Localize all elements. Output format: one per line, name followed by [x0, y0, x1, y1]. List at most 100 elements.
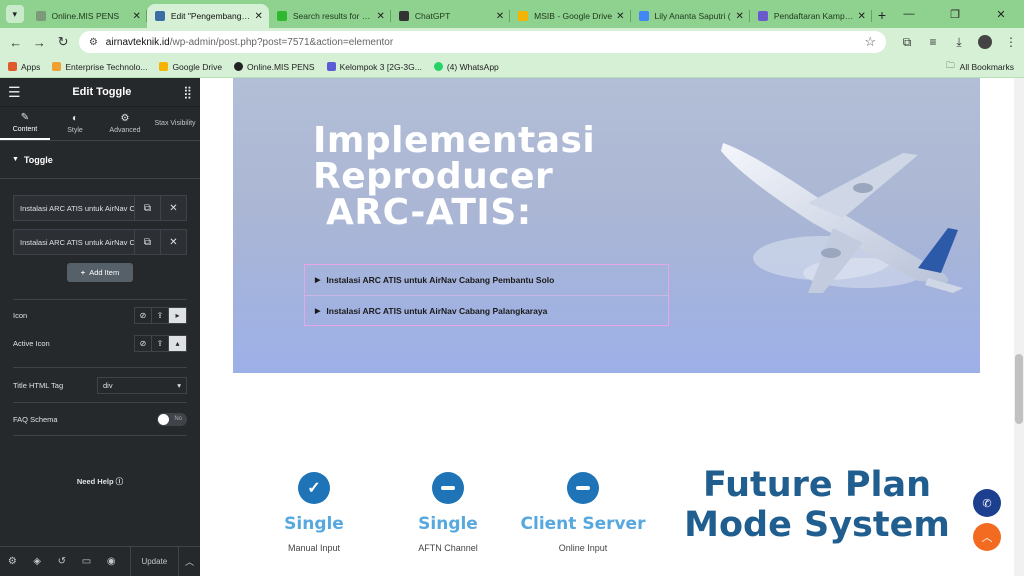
- hero-section[interactable]: Implementasi Reproducer ARC-ATIS: ▶ Inst…: [233, 78, 980, 373]
- close-icon[interactable]: ✕: [616, 11, 624, 22]
- caret-down-icon: ▼: [12, 156, 19, 163]
- tab-title: Search results for Pla: [292, 11, 373, 21]
- toggle-item[interactable]: ▶ Instalasi ARC ATIS untuk AirNav Cabang…: [305, 295, 668, 325]
- call-button[interactable]: ✆: [973, 489, 1001, 517]
- bookmark-favicon-icon: [326, 62, 336, 71]
- url-field[interactable]: ⚙ airnavteknik.id /wp-admin/post.php?pos…: [78, 31, 886, 53]
- toggle-item[interactable]: ▶ Instalasi ARC ATIS untuk AirNav Cabang…: [305, 265, 668, 295]
- toggle-title: Instalasi ARC ATIS untuk AirNav Cabang P…: [326, 275, 555, 285]
- browser-tab[interactable]: MSIB - Google Drive ✕: [510, 4, 631, 28]
- tab-title: ChatGPT: [414, 11, 451, 21]
- feature-card[interactable]: ✓ Single Manual Input: [249, 472, 379, 553]
- none-icon[interactable]: ⊘: [135, 307, 152, 323]
- future-plan-line: Mode System: [684, 504, 950, 545]
- caret-up-icon[interactable]: ▴: [169, 335, 186, 351]
- reload-icon[interactable]: ↻: [51, 34, 75, 50]
- chevron-down-icon: ▾: [177, 380, 181, 390]
- preview-eye-icon[interactable]: ◉: [99, 556, 124, 567]
- bookmark-item[interactable]: Enterprise Technolo...: [52, 62, 147, 72]
- back-to-top-button[interactable]: ︿: [973, 523, 1001, 551]
- upload-icon[interactable]: ⇪: [152, 335, 169, 351]
- duplicate-icon[interactable]: ⧉: [134, 230, 160, 254]
- site-info-icon[interactable]: ⚙: [89, 37, 98, 48]
- close-window-icon[interactable]: ✕: [978, 8, 1024, 21]
- folder-icon: 🗀: [946, 59, 955, 70]
- faq-schema-label: FAQ Schema: [13, 414, 58, 424]
- tab-content[interactable]: ✎ Content: [0, 107, 50, 140]
- caret-right-icon: ▶: [315, 307, 321, 315]
- browser-tab-active[interactable]: Edit "Pengembangan ✕: [146, 4, 269, 28]
- add-item-button[interactable]: + Add Item: [67, 263, 133, 282]
- bookmark-star-icon[interactable]: ☆: [864, 34, 876, 50]
- bookmark-item[interactable]: Google Drive: [159, 62, 222, 72]
- layers-icon[interactable]: ◈: [25, 556, 50, 567]
- chevron-up-icon: ︿: [981, 532, 993, 544]
- settings-icon[interactable]: ⚙: [0, 556, 25, 567]
- tab-advanced[interactable]: ⚙ Advanced: [100, 107, 150, 140]
- close-icon[interactable]: ✕: [735, 11, 743, 22]
- repeater-item[interactable]: Instalasi ARC ATIS untuk AirNav Cabang P…: [13, 229, 187, 255]
- tab-stax-visibility[interactable]: Stax Visibility: [150, 107, 200, 140]
- all-bookmarks[interactable]: 🗀 All Bookmarks: [946, 60, 1014, 74]
- page-scrollbar[interactable]: [1014, 78, 1024, 576]
- whatsapp-icon: [433, 62, 443, 71]
- bookmark-item[interactable]: Kelompok 3 [2G-3G...: [326, 62, 422, 72]
- hamburger-menu-icon[interactable]: ☰: [8, 84, 21, 101]
- update-button[interactable]: Update: [129, 546, 180, 576]
- history-icon[interactable]: ↺: [49, 556, 74, 567]
- browser-tab[interactable]: Pendaftaran Kampus ✕: [750, 4, 872, 28]
- download-icon[interactable]: ⤓: [946, 35, 972, 50]
- feature-title: Single: [284, 514, 344, 534]
- close-icon[interactable]: ✕: [132, 11, 140, 22]
- caret-right-icon[interactable]: ▸: [169, 307, 186, 323]
- remove-icon[interactable]: ✕: [160, 230, 186, 254]
- title-html-tag-select[interactable]: div ▾: [97, 376, 187, 394]
- feature-card[interactable]: Client Server Online Input: [518, 472, 648, 553]
- widgets-grid-icon[interactable]: ⣿: [183, 85, 192, 99]
- need-help-link[interactable]: Need Help ⓘ: [0, 476, 200, 487]
- repeater-item[interactable]: Instalasi ARC ATIS untuk AirNav Cabang P…: [13, 195, 187, 221]
- feature-subtitle: Online Input: [558, 543, 608, 553]
- tab-favicon-icon: [276, 11, 287, 21]
- new-tab-button[interactable]: +: [878, 7, 886, 23]
- apps-grid-icon: [8, 62, 17, 71]
- more-menu-icon[interactable]: ⋮: [998, 35, 1024, 49]
- close-icon[interactable]: ✕: [496, 11, 504, 22]
- close-icon[interactable]: ✕: [857, 11, 865, 22]
- extensions-icon[interactable]: ⧉: [894, 35, 920, 50]
- close-icon[interactable]: ✕: [376, 11, 384, 22]
- feature-card[interactable]: Single AFTN Channel: [383, 472, 513, 553]
- address-bar: ← → ↻ ⚙ airnavteknik.id /wp-admin/post.p…: [0, 28, 1024, 56]
- bookmark-item[interactable]: (4) WhatsApp: [433, 62, 499, 72]
- phone-icon: ✆: [982, 497, 992, 510]
- profile-avatar[interactable]: [977, 35, 992, 49]
- browser-tab[interactable]: Lily Ananta Saputri ( ✕: [631, 4, 751, 28]
- faq-schema-switch[interactable]: No: [157, 412, 187, 426]
- browser-tab[interactable]: Online.MIS PENS ✕: [28, 4, 148, 28]
- forward-icon[interactable]: →: [28, 35, 52, 50]
- remove-icon[interactable]: ✕: [160, 196, 186, 220]
- none-icon[interactable]: ⊘: [135, 335, 152, 351]
- responsive-icon[interactable]: ▭: [74, 556, 99, 567]
- duplicate-icon[interactable]: ⧉: [134, 196, 160, 220]
- reading-list-icon[interactable]: ≡: [920, 35, 946, 49]
- upload-icon[interactable]: ⇪: [152, 307, 169, 323]
- browser-tab[interactable]: ChatGPT ✕: [391, 4, 511, 28]
- bookmark-item[interactable]: Online.MIS PENS: [234, 62, 315, 72]
- restore-icon[interactable]: ❐: [932, 8, 978, 21]
- tab-title: MSIB - Google Drive: [534, 11, 613, 21]
- minimize-icon[interactable]: —: [886, 8, 932, 20]
- bookmark-item[interactable]: Apps: [8, 62, 40, 72]
- tab-label: Content: [12, 126, 38, 133]
- chevron-up-icon[interactable]: ︿: [179, 555, 200, 568]
- close-icon[interactable]: ✕: [254, 11, 262, 22]
- panel-header: ☰ Edit Toggle ⣿: [0, 78, 200, 107]
- section-title: Toggle: [23, 154, 53, 165]
- browser-tab[interactable]: Search results for Pla ✕: [269, 4, 391, 28]
- tab-title: Edit "Pengembangan: [170, 11, 251, 21]
- tab-search-button[interactable]: ▾: [6, 5, 24, 23]
- tab-style[interactable]: ◐ Style: [50, 107, 100, 140]
- scroll-thumb[interactable]: [1015, 354, 1023, 424]
- back-icon[interactable]: ←: [4, 35, 28, 50]
- section-toggle-header[interactable]: ▼ Toggle: [0, 141, 200, 179]
